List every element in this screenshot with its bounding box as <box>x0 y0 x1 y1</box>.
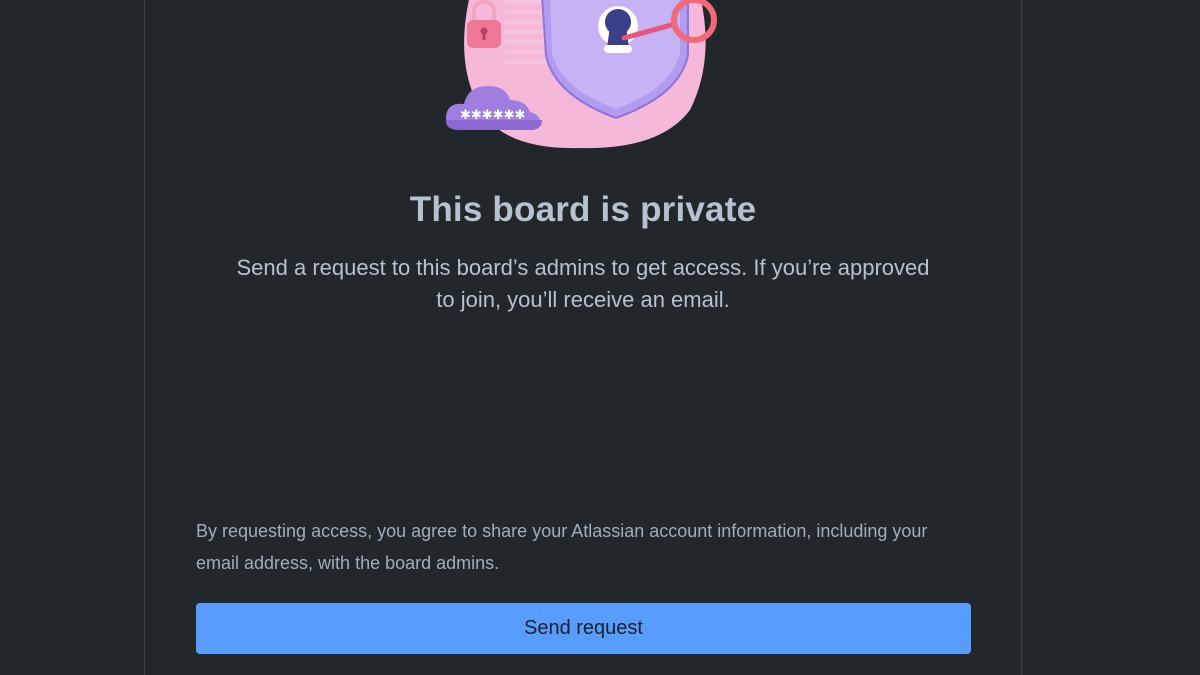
access-message: Send a request to this board’s admins to… <box>236 255 930 312</box>
svg-text:✱✱✱✱✱✱: ✱✱✱✱✱✱ <box>460 108 525 123</box>
privacy-disclaimer: By requesting access, you agree to share… <box>196 521 928 573</box>
send-request-button[interactable]: Send request <box>196 603 971 654</box>
private-board-illustration: ✱✱✱✱✱✱ <box>445 0 717 149</box>
page-title: This board is private <box>409 190 757 229</box>
page: ✱✱✱✱✱✱ This board is private Send a requ… <box>0 0 1200 675</box>
